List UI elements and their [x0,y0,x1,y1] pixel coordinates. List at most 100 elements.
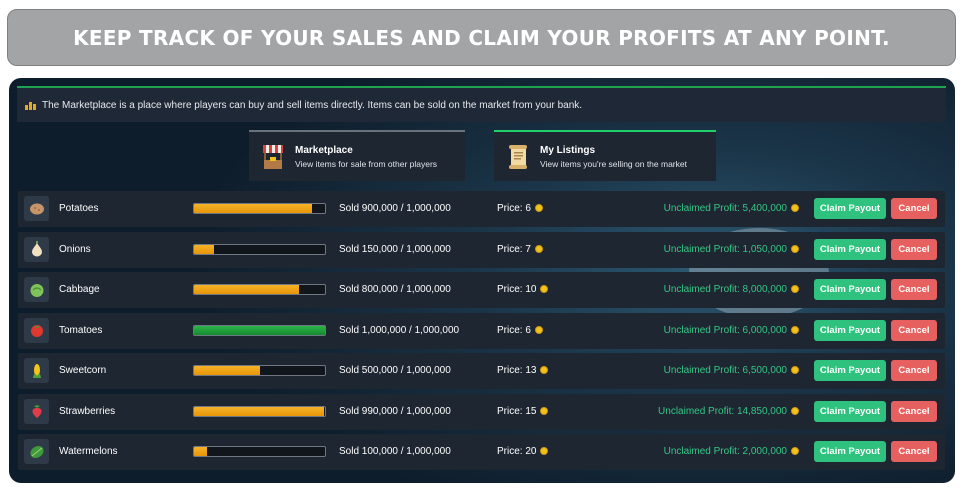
cancel-listing-button[interactable]: Cancel [891,279,937,300]
cancel-listing-button[interactable]: Cancel [891,400,937,422]
sale-progress-bar [193,324,326,336]
notice-text: The Marketplace is a place where players… [42,99,583,111]
progress-fill [194,204,312,213]
profit-text: Unclaimed Profit: 5,400,000 [663,203,787,214]
coin-icon [534,325,543,334]
sold-count: Sold 150,000 / 1,000,000 [339,243,451,255]
strawberry-icon [24,398,49,424]
listing-row: Onions Sold 150,000 / 1,000,000 Price: 7… [18,231,945,268]
corn-icon [24,358,49,383]
sold-count: Sold 1,000,000 / 1,000,000 [339,324,460,336]
price: Price: 20 [497,446,549,457]
unclaimed-profit: Unclaimed Profit: 14,850,000 [658,406,799,417]
price: Price: 13 [497,365,549,376]
cancel-listing-button[interactable]: Cancel [891,441,937,462]
claim-payout-button[interactable]: Claim Payout [814,441,886,462]
unclaimed-profit: Unclaimed Profit: 1,050,000 [664,244,799,255]
price-text: Price: 10 [497,284,537,295]
claim-payout-button[interactable]: Claim Payout [814,400,886,422]
claim-payout-button[interactable]: Claim Payout [814,319,886,341]
sale-progress-bar [193,203,326,214]
unclaimed-profit: Unclaimed Profit: 6,500,000 [664,365,799,376]
profit-text: Unclaimed Profit: 6,000,000 [663,324,787,336]
coin-icon [791,325,799,334]
listings-list: Potatoes Sold 900,000 / 1,000,000 Price:… [18,191,945,475]
unclaimed-profit: Unclaimed Profit: 6,000,000 [664,325,799,336]
claim-payout-button[interactable]: Claim Payout [814,279,886,300]
price-text: Price: 7 [497,243,531,255]
coin-icon [791,406,799,415]
coin-icon [534,244,543,253]
progress-fill [194,447,208,456]
listing-row: Strawberries Sold 990,000 / 1,000,000 Pr… [18,393,945,430]
promo-banner: KEEP TRACK OF YOUR SALES AND CLAIM YOUR … [7,9,956,66]
profit-text: Unclaimed Profit: 1,050,000 [663,243,787,255]
potato-icon [24,196,49,221]
claim-payout-button[interactable]: Claim Payout [814,238,886,260]
price-text: Price: 20 [497,446,537,457]
coin-icon [540,366,549,374]
sold-count: Sold 990,000 / 1,000,000 [339,405,451,417]
price-text: Price: 13 [497,365,537,376]
coin-icon [540,447,549,455]
sold-count: Sold 900,000 / 1,000,000 [339,203,451,214]
info-notice: The Marketplace is a place where players… [17,86,946,122]
price-text: Price: 6 [497,203,531,214]
sale-progress-bar [193,446,326,457]
sale-progress-bar [193,365,326,376]
tab-description: View items you're selling on the market [540,158,687,169]
tomato-icon [24,317,49,343]
cancel-listing-button[interactable]: Cancel [891,319,937,341]
tab-title: Marketplace [295,144,353,156]
listing-row: Sweetcorn Sold 500,000 / 1,000,000 Price… [18,353,945,389]
progress-fill [194,366,260,375]
listing-row: Cabbage Sold 800,000 / 1,000,000 Price: … [18,272,945,308]
profit-text: Unclaimed Profit: 2,000,000 [663,446,787,457]
item-name: Strawberries [59,405,116,417]
profit-text: Unclaimed Profit: 6,500,000 [663,365,787,376]
marketplace-panel: The Marketplace is a place where players… [9,78,955,483]
tab-marketplace[interactable]: Marketplace View items for sale from oth… [249,130,465,181]
unclaimed-profit: Unclaimed Profit: 8,000,000 [664,284,799,295]
onion-icon [24,236,49,262]
item-name: Tomatoes [59,324,103,336]
tab-my-listings[interactable]: My Listings View items you're selling on… [494,130,716,181]
cancel-listing-button[interactable]: Cancel [891,198,937,219]
claim-payout-button[interactable]: Claim Payout [814,198,886,219]
sold-count: Sold 800,000 / 1,000,000 [339,284,451,295]
coin-icon [791,366,799,374]
coin-icon [540,285,549,293]
cancel-listing-button[interactable]: Cancel [891,360,937,381]
sold-count: Sold 500,000 / 1,000,000 [339,365,451,376]
price: Price: 7 [497,244,543,255]
price-text: Price: 15 [497,405,537,417]
tab-description: View items for sale from other players [295,158,438,169]
item-name: Watermelons [59,446,118,457]
sale-progress-bar [193,243,326,255]
progress-fill [194,325,325,335]
item-name: Sweetcorn [59,365,107,376]
coin-icon [791,244,799,253]
chart-bars-icon [25,100,36,110]
coin-icon [791,285,799,293]
coin-icon [540,406,549,415]
claim-payout-button[interactable]: Claim Payout [814,360,886,381]
market-stall-icon [261,143,285,171]
listing-row: Tomatoes Sold 1,000,000 / 1,000,000 Pric… [18,312,945,349]
price: Price: 6 [497,203,543,214]
coin-icon [791,447,799,455]
listing-row: Watermelons Sold 100,000 / 1,000,000 Pri… [18,434,945,470]
coin-icon [791,204,799,212]
item-name: Potatoes [59,203,99,214]
scroll-icon [506,143,530,171]
cabbage-icon [24,277,49,302]
item-name: Cabbage [59,284,100,295]
price: Price: 10 [497,284,549,295]
progress-fill [194,406,324,416]
tab-title: My Listings [540,144,596,156]
profit-text: Unclaimed Profit: 14,850,000 [658,405,787,417]
item-name: Onions [59,243,91,255]
banner-text: KEEP TRACK OF YOUR SALES AND CLAIM YOUR … [73,25,890,50]
coin-icon [534,204,543,212]
cancel-listing-button[interactable]: Cancel [891,238,937,260]
